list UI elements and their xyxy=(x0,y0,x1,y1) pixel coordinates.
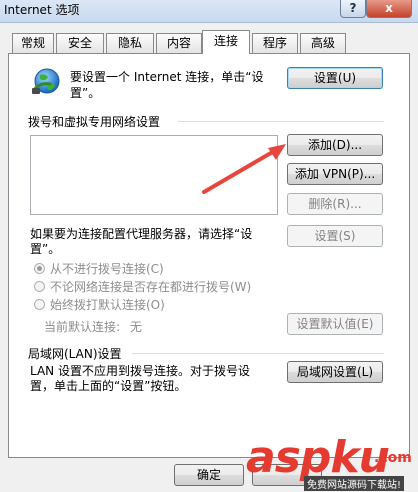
set-default-button[interactable]: 设置默认值(E) xyxy=(287,313,383,335)
proxy-settings-button[interactable]: 设置(S) xyxy=(287,225,383,247)
lan-text-line1: LAN 设置不应用到拨号连接。对于拨号设 xyxy=(30,364,250,378)
radio-dial-when-no-network-label: 不论网络连接是否存在都进行拨号(W) xyxy=(50,280,252,294)
proxy-text-line2: 置”。 xyxy=(30,242,61,256)
current-default-label: 当前默认连接: xyxy=(44,320,121,334)
tab-connections[interactable]: 连接 xyxy=(202,30,250,54)
current-default-value: 无 xyxy=(130,320,143,334)
radio-dial-when-no-network[interactable] xyxy=(34,281,45,292)
lan-description: LAN 设置不应用到拨号连接。对于拨号设 置，单击上面的“设置”按钮。 xyxy=(30,364,286,394)
lan-text-line2: 置，单击上面的“设置”按钮。 xyxy=(30,379,187,393)
watermark-sub: .com xyxy=(374,450,412,466)
setup-button[interactable]: 设置(U) xyxy=(287,67,383,89)
tab-privacy[interactable]: 隐私 xyxy=(106,33,154,53)
proxy-description: 如果要为连接配置代理服务器，请选择“设 置”。 xyxy=(30,227,282,257)
remove-button[interactable]: 删除(R)... xyxy=(287,193,383,215)
tab-content[interactable]: 内容 xyxy=(156,33,202,53)
setup-text-line1: 要设置一个 Internet 连接，单击“设 xyxy=(70,70,264,84)
watermark-logo: aspku .com 免费网站源码下载站! xyxy=(246,432,418,492)
tab-security[interactable]: 安全 xyxy=(56,33,104,53)
section-divider xyxy=(132,353,384,354)
dialup-section-title: 拨号和虚拟专用网络设置 xyxy=(28,115,161,129)
watermark-tagline: 免费网站源码下载站! xyxy=(304,476,405,491)
tab-general[interactable]: 常规 xyxy=(12,33,54,53)
radio-always-dial[interactable] xyxy=(34,299,45,310)
tab-advanced[interactable]: 高级 xyxy=(300,33,346,53)
radio-always-dial-label: 始终拨打默认连接(O) xyxy=(50,298,165,312)
radio-never-dial-label: 从不进行拨号连接(C) xyxy=(50,262,164,276)
globe-network-icon xyxy=(30,66,62,98)
section-divider xyxy=(178,121,384,122)
add-vpn-button[interactable]: 添加 VPN(P)... xyxy=(287,163,383,185)
lan-settings-button[interactable]: 局域网设置(L) xyxy=(287,361,383,383)
annotation-arrow-icon xyxy=(202,144,286,194)
add-button[interactable]: 添加(D)... xyxy=(287,134,383,156)
radio-never-dial[interactable] xyxy=(34,263,45,274)
tab-programs[interactable]: 程序 xyxy=(252,33,298,53)
help-button[interactable]: ? xyxy=(340,0,366,18)
title-bar[interactable]: Internet 选项 ? x xyxy=(0,0,418,23)
lan-section-title: 局域网(LAN)设置 xyxy=(28,347,122,361)
ok-button[interactable]: 确定 xyxy=(174,464,244,486)
setup-text-line2: 置”。 xyxy=(70,86,101,100)
close-button[interactable]: x xyxy=(366,0,412,18)
window-title: Internet 选项 xyxy=(4,3,80,17)
setup-description: 要设置一个 Internet 连接，单击“设 置”。 xyxy=(70,69,284,101)
proxy-text-line1: 如果要为连接配置代理服务器，请选择“设 xyxy=(30,227,253,241)
